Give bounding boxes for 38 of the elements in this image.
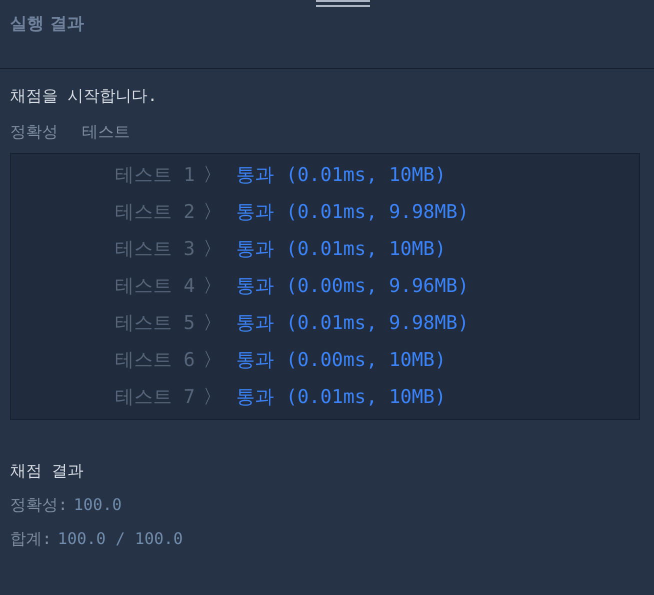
separator-glyph: 〉 bbox=[202, 200, 222, 224]
score-label: 정확성: bbox=[10, 494, 68, 516]
test-detail: (0.01ms, 9.98MB) bbox=[286, 200, 469, 222]
score-label: 합계: bbox=[10, 528, 52, 550]
separator-glyph: 〉 bbox=[202, 162, 222, 188]
result-title: 채점 결과 bbox=[10, 460, 85, 482]
score-value: 100.0 bbox=[74, 494, 122, 516]
separator-glyph: 〉 bbox=[202, 348, 222, 372]
start-message: 채점을 시작합니다. bbox=[10, 85, 158, 107]
test-status: 통과 bbox=[236, 162, 274, 188]
test-detail: (0.00ms, 9.96MB) bbox=[286, 274, 469, 296]
test-label: 테스트 4 bbox=[115, 274, 195, 298]
score-value: 100.0 / 100.0 bbox=[58, 528, 183, 550]
test-status: 통과 bbox=[236, 348, 274, 372]
drag-handle-icon[interactable] bbox=[316, 0, 370, 8]
test-status: 통과 bbox=[236, 236, 274, 262]
section-label: 테스트 bbox=[82, 121, 130, 143]
test-detail: (0.00ms, 10MB) bbox=[286, 348, 446, 370]
separator-glyph: 〉 bbox=[202, 310, 222, 336]
test-label: 테스트 1 bbox=[115, 162, 195, 188]
test-label: 테스트 6 bbox=[115, 348, 195, 372]
separator-glyph: 〉 bbox=[202, 236, 222, 262]
test-label: 테스트 5 bbox=[115, 310, 195, 336]
section-label: 정확성 bbox=[10, 121, 58, 143]
test-label: 테스트 2 bbox=[115, 200, 195, 224]
test-detail: (0.01ms, 10MB) bbox=[286, 164, 446, 186]
test-status: 통과 bbox=[236, 200, 274, 224]
test-detail: (0.01ms, 10MB) bbox=[286, 386, 446, 408]
test-detail: (0.01ms, 10MB) bbox=[286, 238, 446, 260]
test-status: 통과 bbox=[236, 310, 274, 336]
test-label: 테스트 7 bbox=[115, 384, 195, 410]
test-label: 테스트 3 bbox=[115, 236, 195, 262]
test-detail: (0.01ms, 9.98MB) bbox=[286, 312, 469, 334]
separator-glyph: 〉 bbox=[202, 274, 222, 298]
test-status: 통과 bbox=[236, 274, 274, 298]
separator-glyph: 〉 bbox=[202, 384, 222, 410]
test-status: 통과 bbox=[236, 384, 274, 410]
panel-title: 실행 결과 bbox=[10, 13, 84, 35]
